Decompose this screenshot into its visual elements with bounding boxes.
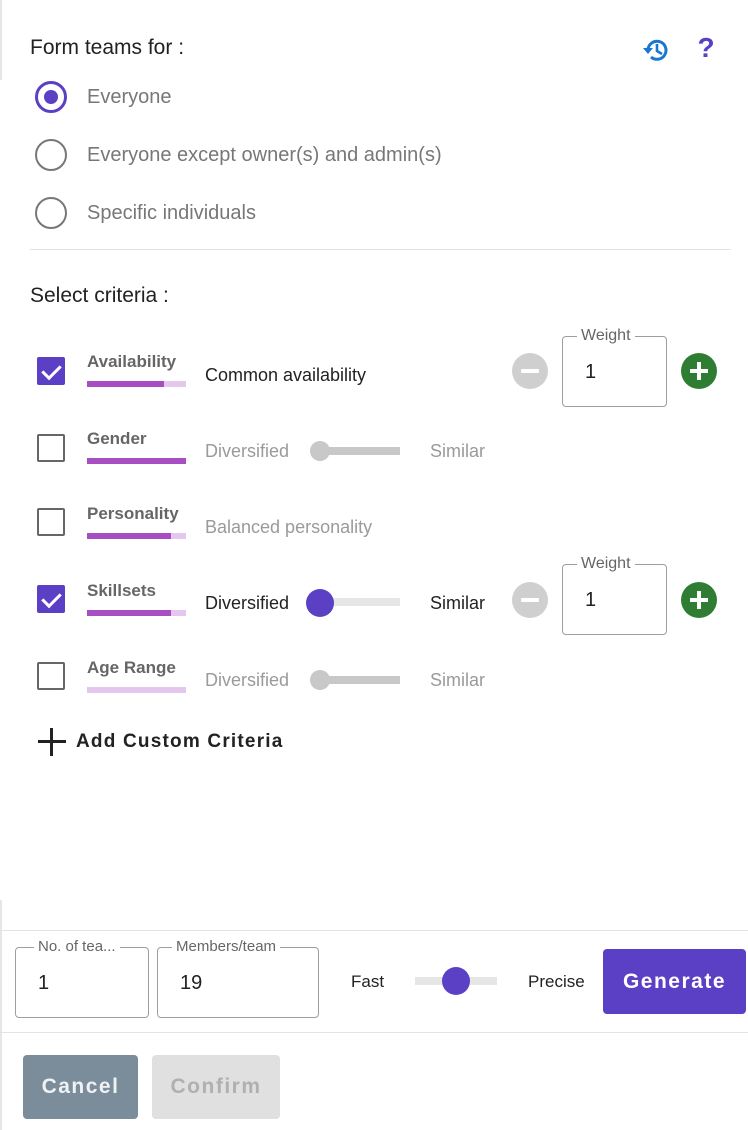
slider-right-label-skillsets: Similar [430,593,486,613]
add-custom-criteria-button[interactable]: Add Custom Criteria [38,728,284,756]
section-divider [30,249,731,250]
criteria-bar-age-range [87,687,186,693]
decrease-weight-skillsets[interactable] [512,582,548,618]
criteria-name-gender: Gender [87,429,147,448]
footer-divider [0,930,748,931]
checkbox-personality[interactable] [37,508,65,536]
plus-icon [38,728,66,756]
radio-label: Everyone [87,85,172,108]
criteria-name-availability: Availability [87,352,177,371]
weight-value: 1 [585,589,597,611]
form-teams-heading: Form teams for : [30,36,185,59]
slider-knob[interactable] [306,589,334,617]
radio-label: Specific individuals [87,201,256,224]
radio-icon [35,139,67,171]
left-edge [0,0,2,80]
slider-left-label-gender: Diversified [205,441,290,461]
radio-specific-individuals[interactable]: Specific individuals [35,197,256,229]
number-of-teams-value: 1 [38,972,50,994]
checkbox-availability[interactable] [37,357,65,385]
radio-everyone-except-admins[interactable]: Everyone except owner(s) and admin(s) [35,139,442,171]
criteria-text-personality: Balanced personality [205,517,373,537]
slider-left-label-skillsets: Diversified [205,593,290,613]
criteria-bar-availability [87,381,186,387]
increase-weight-availability[interactable] [681,353,717,389]
radio-icon [35,81,67,113]
criteria-name-skillsets: Skillsets [87,581,156,600]
decrease-weight-availability[interactable] [512,353,548,389]
weight-label: Weight [577,555,635,573]
number-of-teams-label: No. of tea... [34,938,120,955]
slider-knob [310,441,330,461]
slider-right-label-gender: Similar [430,441,486,461]
increase-weight-skillsets[interactable] [681,582,717,618]
number-of-teams-field[interactable]: No. of tea... 1 [15,938,149,1018]
confirm-button: Confirm [152,1055,280,1119]
slider-knob [310,670,330,690]
members-per-team-field[interactable]: Members/team 19 [157,938,319,1018]
history-icon[interactable] [638,32,674,68]
members-per-team-value: 19 [180,972,203,994]
criteria-bar-personality [87,533,186,539]
members-per-team-label: Members/team [172,938,281,955]
speed-precise-label: Precise [528,972,585,991]
criteria-name-age-range: Age Range [87,658,176,677]
radio-everyone[interactable]: Everyone [35,81,172,113]
add-custom-criteria-label: Add Custom Criteria [76,731,284,752]
criteria-bar-skillsets [87,610,186,616]
help-icon[interactable]: ? [692,30,720,66]
radio-icon [35,197,67,229]
criteria-text-availability: Common availability [205,365,367,385]
weight-value: 1 [585,361,597,383]
slider-left-label-age-range: Diversified [205,670,290,690]
slider-right-label-age-range: Similar [430,670,486,690]
checkbox-gender[interactable] [37,434,65,462]
cancel-button[interactable]: Cancel [23,1055,138,1119]
left-edge [0,900,2,1130]
slider-knob[interactable] [442,967,470,995]
weight-field-availability[interactable]: Weight 1 [562,327,667,407]
generate-button[interactable]: Generate [603,949,746,1014]
criteria-name-personality: Personality [87,504,179,523]
speed-fast-label: Fast [351,972,385,991]
footer-divider-bottom [0,1032,748,1033]
select-criteria-heading: Select criteria : [30,284,169,307]
criteria-bar-gender [87,458,186,464]
weight-label: Weight [577,327,635,345]
checkbox-skillsets[interactable] [37,585,65,613]
radio-label: Everyone except owner(s) and admin(s) [87,143,442,166]
checkbox-age-range[interactable] [37,662,65,690]
weight-field-skillsets[interactable]: Weight 1 [562,555,667,635]
